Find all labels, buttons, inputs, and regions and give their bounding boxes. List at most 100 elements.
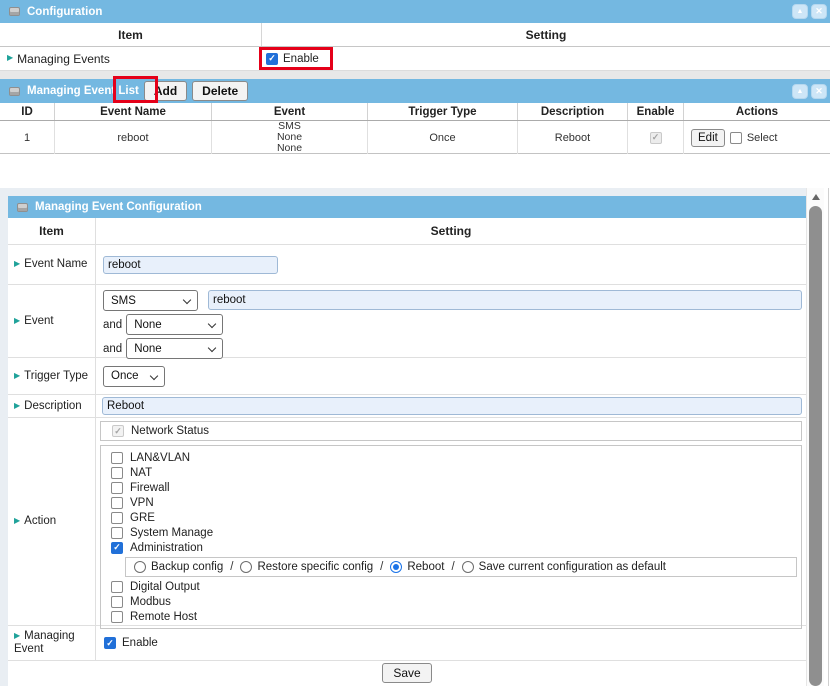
close-panel-button[interactable]: ✕ xyxy=(811,4,827,19)
event-value-input[interactable] xyxy=(208,290,802,310)
item-arrow-icon: ▶ xyxy=(14,516,20,525)
item-arrow-icon: ▶ xyxy=(14,631,20,640)
event-type-select[interactable]: SMS xyxy=(103,290,198,311)
event-name-column-header: Event Name xyxy=(55,103,212,120)
configuration-panel: Configuration ▲ ✕ Item Setting ▶ Managin… xyxy=(0,0,830,71)
description-row: ▶Description xyxy=(8,395,806,418)
description-column-header: Description xyxy=(518,103,628,120)
close-panel-button[interactable]: ✕ xyxy=(811,84,827,99)
item-arrow-icon: ▶ xyxy=(7,53,13,62)
managing-event-configuration-panel: Managing Event Configuration Item Settin… xyxy=(0,188,806,686)
managing-events-enable-checkbox[interactable] xyxy=(266,53,278,65)
row-trigger-type-cell: Once xyxy=(368,121,518,154)
firewall-checkbox[interactable] xyxy=(111,482,123,494)
row-enable-checkbox xyxy=(650,132,662,144)
id-column-header: ID xyxy=(0,103,55,120)
add-button-highlight xyxy=(113,76,158,103)
action-option: NAT xyxy=(111,465,799,480)
item-arrow-icon: ▶ xyxy=(14,259,20,268)
nat-checkbox[interactable] xyxy=(111,467,123,479)
action-option: System Manage xyxy=(111,525,799,540)
item-arrow-icon: ▶ xyxy=(14,401,20,410)
event-name-input[interactable] xyxy=(103,256,278,274)
chevron-down-icon xyxy=(150,371,158,379)
event-and-select-1[interactable]: None xyxy=(126,314,223,335)
action-label: Action xyxy=(24,515,56,527)
digital-output-checkbox[interactable] xyxy=(111,581,123,593)
scroll-up-arrow-icon xyxy=(812,194,820,200)
system-manage-checkbox[interactable] xyxy=(111,527,123,539)
setting-column-header: Setting xyxy=(262,23,830,46)
action-row: ▶Action Network Status LAN&VLAN NAT xyxy=(8,418,806,626)
scrollbar-thumb[interactable] xyxy=(809,206,822,686)
administration-checkbox[interactable] xyxy=(111,542,123,554)
event-column-header: Event xyxy=(212,103,368,120)
configuration-table-header: Item Setting xyxy=(0,23,830,47)
restore-specific-config-radio[interactable] xyxy=(240,561,252,573)
gre-checkbox[interactable] xyxy=(111,512,123,524)
and-label: and xyxy=(103,343,122,355)
trigger-type-row: ▶Trigger Type Once xyxy=(8,358,806,395)
collapse-panel-button[interactable]: ▲ xyxy=(792,4,808,19)
page-edge-divider xyxy=(828,188,829,686)
select-checkbox[interactable] xyxy=(730,132,742,144)
vpn-checkbox[interactable] xyxy=(111,497,123,509)
managing-event-row: ▶Managing Event Enable xyxy=(8,626,806,661)
row-actions-cell: Edit Select xyxy=(684,121,830,154)
actions-column-header: Actions xyxy=(684,103,830,120)
trigger-type-label: Trigger Type xyxy=(24,370,88,382)
action-option: Remote Host xyxy=(111,609,799,624)
trigger-type-column-header: Trigger Type xyxy=(368,103,518,120)
backup-config-radio[interactable] xyxy=(134,561,146,573)
save-button[interactable]: Save xyxy=(382,663,431,683)
managing-event-enable-label: Enable xyxy=(122,637,158,649)
item-column-header: Item xyxy=(0,23,262,46)
configuration-panel-header: Configuration ▲ ✕ xyxy=(0,0,830,23)
action-option: Modbus xyxy=(111,594,799,609)
row-event-cell: SMS None None xyxy=(212,121,368,154)
reboot-radio[interactable] xyxy=(390,561,402,573)
action-option: Firewall xyxy=(111,480,799,495)
row-description-cell: Reboot xyxy=(518,121,628,154)
event-line: None xyxy=(277,143,302,154)
setting-column-header: Setting xyxy=(96,218,806,244)
row-event-name-cell: reboot xyxy=(55,121,212,154)
network-status-checkbox xyxy=(112,425,124,437)
enable-column-header: Enable xyxy=(628,103,684,120)
item-column-header: Item xyxy=(8,218,96,244)
panel-icon xyxy=(9,87,20,96)
event-and-select-2[interactable]: None xyxy=(126,338,223,359)
action-option: Administration xyxy=(111,540,799,555)
modbus-checkbox[interactable] xyxy=(111,596,123,608)
table-row: 1 reboot SMS None None Once Reboot Edit … xyxy=(0,121,830,154)
event-list-table-header: ID Event Name Event Trigger Type Descrip… xyxy=(0,103,830,121)
action-option: VPN xyxy=(111,495,799,510)
description-input[interactable] xyxy=(102,397,802,415)
trigger-type-select[interactable]: Once xyxy=(103,366,165,387)
network-status-option: Network Status xyxy=(100,421,802,441)
managing-event-configuration-title: Managing Event Configuration xyxy=(35,201,202,213)
managing-events-enable-highlight: Enable xyxy=(259,47,333,70)
network-status-label: Network Status xyxy=(131,425,209,437)
lan-vlan-checkbox[interactable] xyxy=(111,452,123,464)
collapse-panel-button[interactable]: ▲ xyxy=(792,84,808,99)
managing-event-enable-checkbox[interactable] xyxy=(104,637,116,649)
edit-button[interactable]: Edit xyxy=(691,129,725,147)
configuration-panel-title: Configuration xyxy=(27,6,102,18)
save-default-config-radio[interactable] xyxy=(462,561,474,573)
chevron-down-icon xyxy=(183,296,191,304)
scrollbar[interactable] xyxy=(806,188,824,686)
and-label: and xyxy=(103,319,122,331)
chevron-down-icon xyxy=(208,344,216,352)
action-option: GRE xyxy=(111,510,799,525)
event-label: Event xyxy=(24,315,53,327)
event-row: ▶ Event SMS and None xyxy=(8,285,806,358)
administration-sub-options: Backup config / Restore specific config … xyxy=(125,557,797,577)
item-arrow-icon: ▶ xyxy=(14,316,20,325)
delete-button[interactable]: Delete xyxy=(192,81,248,101)
remote-host-checkbox[interactable] xyxy=(111,611,123,623)
managing-event-configuration-header: Managing Event Configuration xyxy=(8,196,806,218)
action-option: Digital Output xyxy=(111,579,799,594)
save-row: Save xyxy=(8,661,806,686)
scrollbar-up-button[interactable] xyxy=(807,188,824,205)
